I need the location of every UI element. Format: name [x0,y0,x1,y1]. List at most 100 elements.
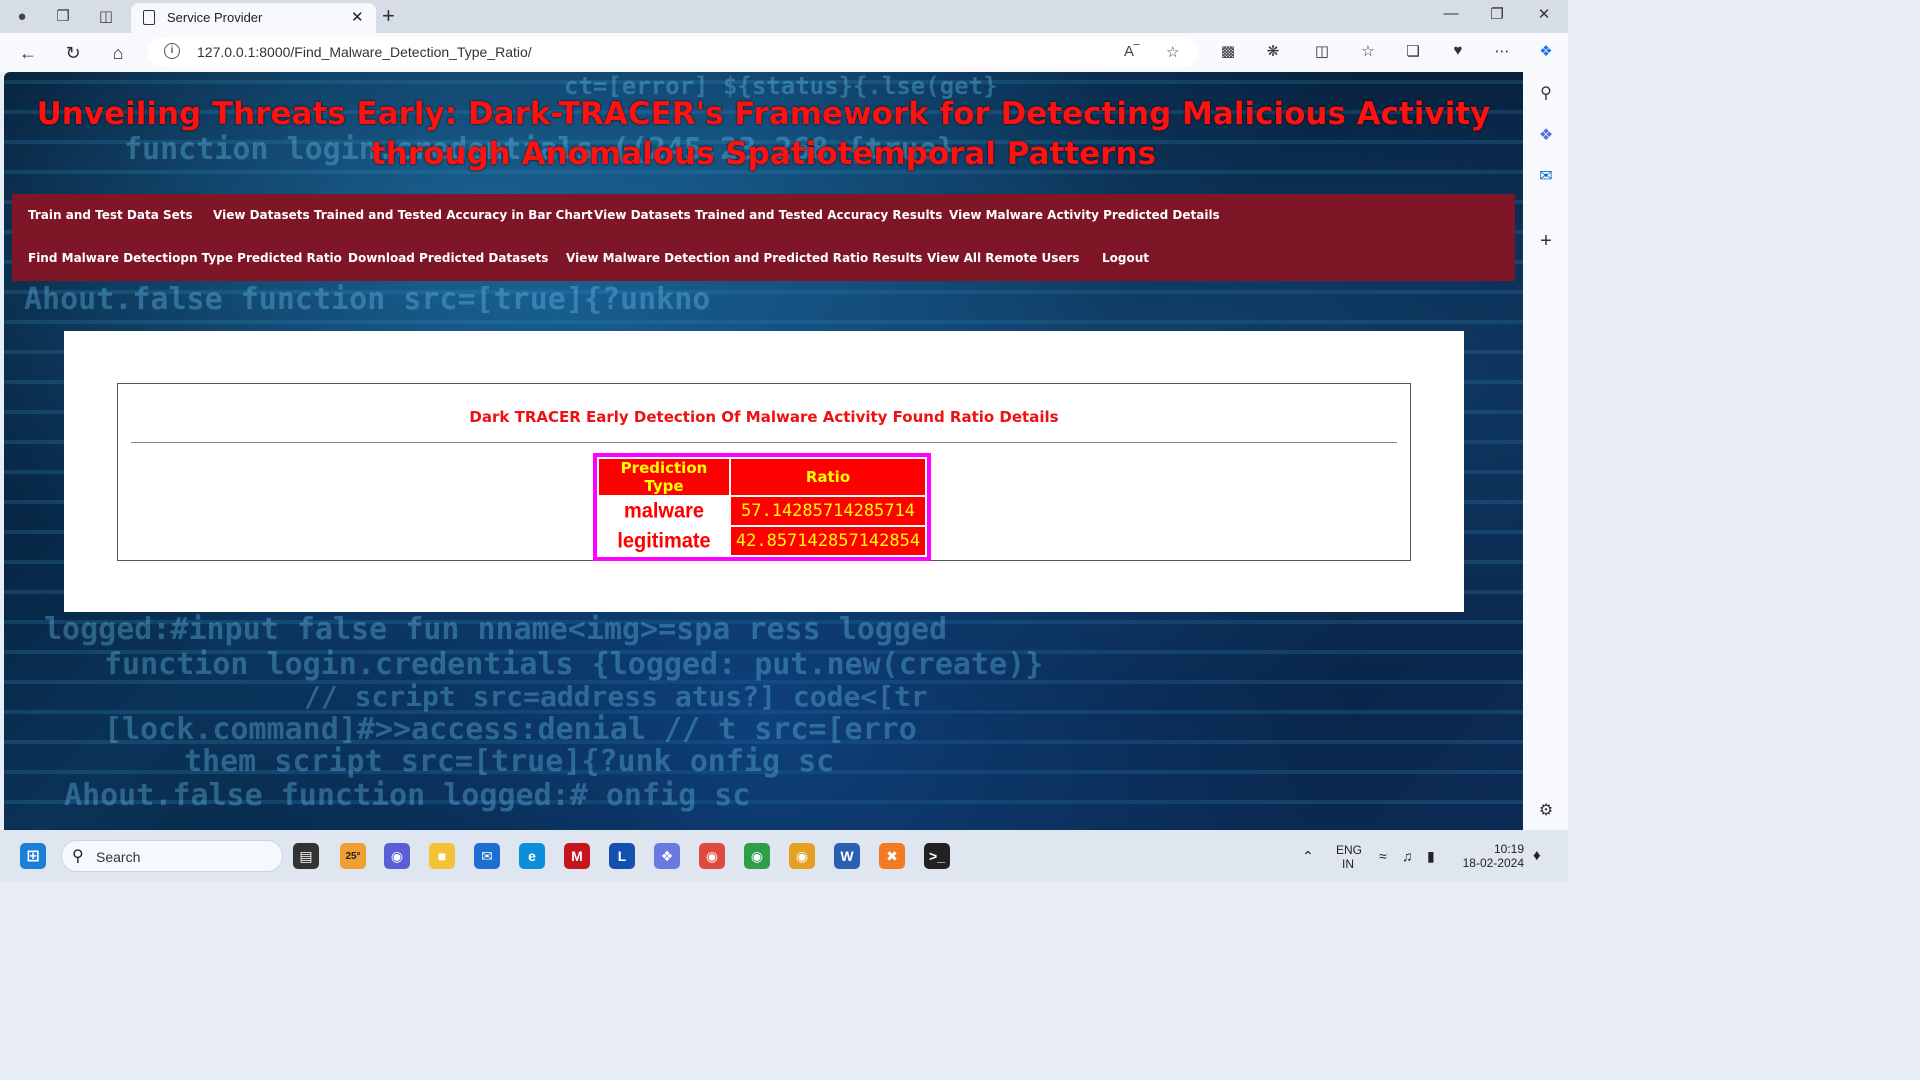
terminal-icon[interactable]: >_ [924,843,950,869]
extensions-icon[interactable]: ❋ [1262,42,1284,60]
copilot-icon[interactable]: ❖ [1535,42,1557,60]
mcafee-icon[interactable]: M [564,843,590,869]
ratio-details-panel: Dark TRACER Early Detection Of Malware A… [117,383,1411,561]
address-bar[interactable]: i 127.0.0.1:8000/Find_Malware_Detection_… [148,37,1198,67]
mail-icon[interactable]: ✉ [474,843,500,869]
weather-icon[interactable]: 25° [340,843,366,869]
menu-link-download-datasets[interactable]: Download Predicted Datasets [348,251,548,265]
show-hidden-icons[interactable]: ⌃ [1302,848,1314,865]
table-row: legitimate 42.857142857142854 [599,526,925,556]
restore-icon[interactable]: ❐ [1482,5,1512,23]
home-icon[interactable]: ⌂ [105,41,131,65]
close-window-icon[interactable]: ✕ [1529,5,1559,23]
search-icon[interactable]: ⚲ [1535,82,1557,104]
volume-icon[interactable]: ♫ [1402,848,1413,864]
table-row: malware 57.14285714285714 [599,496,925,526]
table-header-row: Prediction Type Ratio [599,459,925,495]
browser-tab[interactable]: Service Provider ✕ [131,3,376,33]
region-code: IN [1342,857,1354,871]
screen: ● ❐ ◫ Service Provider ✕ + — ❐ ✕ ← ↻ ⌂ i… [0,0,1568,882]
more-options-icon[interactable]: ⋯ [1491,42,1513,60]
profile-icon[interactable]: ● [10,5,34,27]
copilot-sidebar-icon[interactable]: ❖ [1535,124,1557,146]
chrome-profile-2-icon[interactable]: ◉ [789,843,815,869]
start-windows-icon[interactable]: ⊞ [20,843,46,869]
menu-link-train-test-datasets[interactable]: Train and Test Data Sets [28,208,193,222]
language-indicator[interactable]: ENG IN [1336,843,1362,871]
menu-link-malware-activity-details[interactable]: View Malware Activity Predicted Details [949,208,1220,222]
clock-time: 10:19 [1493,842,1524,856]
page-icon [143,10,155,25]
menu-link-detection-ratio-results[interactable]: View Malware Detection and Predicted Rat… [566,251,922,265]
wifi-icon[interactable]: ≈ [1379,848,1387,864]
teams-chat-icon[interactable]: ◉ [384,843,410,869]
word-icon[interactable]: W [834,843,860,869]
favorite-star-icon[interactable]: ☆ [1166,43,1179,61]
ratio-cell: 42.857142857142854 [731,527,925,555]
close-tab-icon[interactable]: ✕ [351,8,364,26]
browser-tab-strip: ● ❐ ◫ Service Provider ✕ + — ❐ ✕ [0,0,1568,33]
prediction-type-cell: legitimate [599,526,729,556]
main-navigation-menu: Train and Test Data Sets View Datasets T… [12,194,1515,281]
performance-icon[interactable]: ▩ [1217,42,1239,60]
background-code-text: [lock.command]#>>access:denial // t src=… [104,712,917,747]
panel-title: Dark TRACER Early Detection Of Malware A… [469,408,1059,426]
collections-toolbar-icon[interactable]: ❏ [1402,42,1424,60]
site-info-icon[interactable]: i [164,43,180,59]
search-icon: ⚲ [72,848,84,865]
battery-icon[interactable]: ▮ [1427,848,1435,865]
chrome-profile-icon[interactable]: ◉ [744,843,770,869]
xampp-icon[interactable]: ✖ [879,843,905,869]
tab-title: Service Provider [167,10,263,25]
web-page: ct=[error] ${status}{.lse(get} function … [4,72,1523,830]
column-header-prediction-type: Prediction Type [599,459,729,495]
page-title: Unveiling Threats Early: Dark-TRACER's F… [36,96,1491,172]
taskbar-search-box[interactable]: ⚲ Search [61,840,283,872]
column-header-ratio: Ratio [731,459,925,495]
collections-icon[interactable]: ❐ [51,5,75,27]
split-screen-icon[interactable]: ◫ [1311,42,1333,60]
clock[interactable]: 10:19 18-02-2024 [1460,842,1524,870]
menu-link-accuracy-results[interactable]: View Datasets Trained and Tested Accurac… [594,208,942,222]
ratio-cell: 57.14285714285714 [731,497,925,525]
notification-bell-icon[interactable]: ♦ [1533,847,1541,864]
menu-link-remote-users[interactable]: View All Remote Users [927,251,1080,265]
url-text[interactable]: 127.0.0.1:8000/Find_Malware_Detection_Ty… [197,44,532,60]
outlook-icon[interactable]: ✉ [1535,165,1557,187]
weather-temperature: 25° [345,850,361,862]
minimize-icon[interactable]: — [1436,5,1466,22]
browser-toolbar: ← ↻ ⌂ i 127.0.0.1:8000/Find_Malware_Dete… [0,33,1568,72]
read-aloud-icon[interactable]: A‾ [1124,43,1139,60]
windows-taskbar: ⊞ ⚲ Search ▤ 25° ◉ ■ ✉ e M L ❖ ◉ ◉ ◉ W ✖… [0,830,1568,882]
background-code-text: logged:#input false fun nname<img>=spa r… [44,612,948,647]
edge-browser-icon[interactable]: e [519,843,545,869]
settings-gear-icon[interactable]: ⚙ [1535,799,1557,821]
ratio-table: Prediction Type Ratio malware 57.1428571… [593,453,931,561]
taskbar-search-label: Search [96,849,141,865]
menu-link-logout[interactable]: Logout [1102,251,1149,265]
clock-date: 18-02-2024 [1462,856,1524,870]
favorites-icon[interactable]: ☆ [1357,42,1379,60]
menu-link-detection-type-ratio[interactable]: Find Malware Detectiopn Type Predicted R… [28,251,342,265]
app-l-icon[interactable]: L [609,843,635,869]
background-code-text: // script src=address atus?] code<[tr [304,680,928,713]
chrome-icon[interactable]: ◉ [699,843,725,869]
menu-link-accuracy-bar-chart[interactable]: View Datasets Trained and Tested Accurac… [213,208,593,222]
background-code-text: Ahout.false function logged:# onfig sc [64,778,751,813]
divider [131,442,1397,443]
file-explorer-icon[interactable]: ■ [429,843,455,869]
refresh-icon[interactable]: ↻ [60,41,86,65]
background-code-text: Ahout.false function src=[true]{?unkno [24,282,711,317]
edge-sidebar: ⚲ ❖ ✉ + ⚙ [1523,72,1568,830]
prediction-type-cell: malware [599,496,729,526]
add-sidebar-app-icon[interactable]: + [1535,230,1557,252]
copilot-taskbar-icon[interactable]: ❖ [654,843,680,869]
tab-actions-icon[interactable]: ◫ [94,5,118,27]
new-tab-button[interactable]: + [382,3,395,29]
task-view-icon[interactable]: ▤ [293,843,319,869]
content-box: Dark TRACER Early Detection Of Malware A… [64,331,1464,612]
language-code: ENG [1336,843,1363,857]
back-icon[interactable]: ← [15,41,41,65]
background-code-text: function login.credentials {logged: put.… [104,647,1044,682]
browser-essentials-icon[interactable]: ♥ [1447,42,1469,59]
